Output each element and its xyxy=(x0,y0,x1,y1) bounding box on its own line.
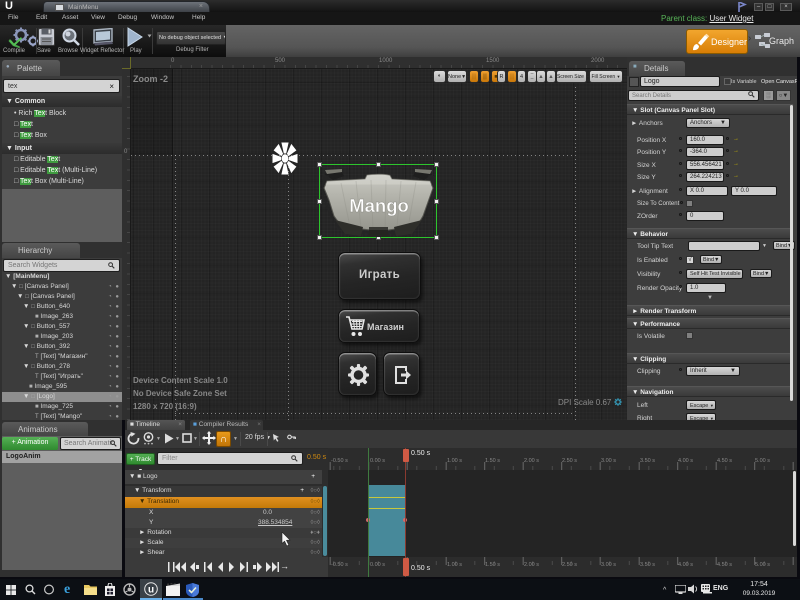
svg-text:u: u xyxy=(148,585,154,596)
svg-text:Mango: Mango xyxy=(349,195,409,216)
